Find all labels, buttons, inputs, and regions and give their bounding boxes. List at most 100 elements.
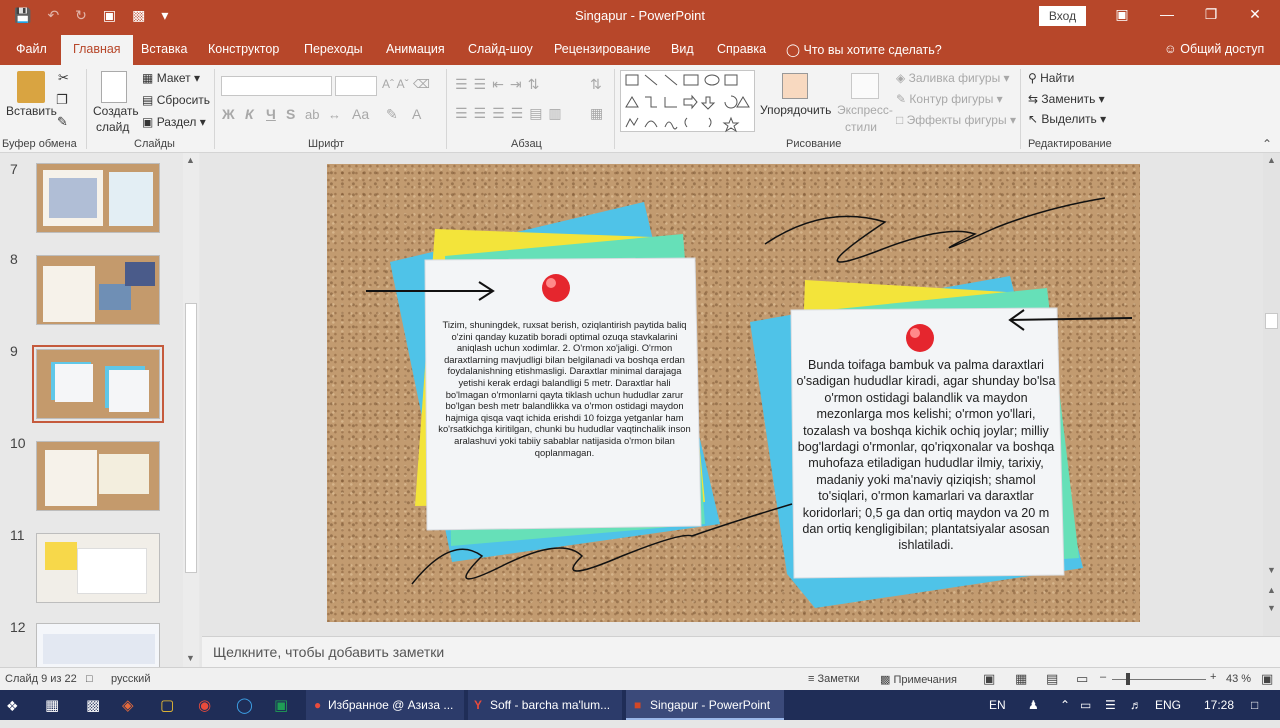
slide-thumbnail-12[interactable] — [36, 623, 160, 668]
slideshow-view-icon[interactable]: ▭ — [1076, 671, 1088, 687]
quick-styles-label-2[interactable]: стили — [845, 120, 877, 134]
slide-canvas[interactable]: Tizim, shuningdek, ruxsat berish, oziqla… — [327, 164, 1140, 622]
tab-help[interactable]: Справка — [717, 42, 766, 56]
tab-review[interactable]: Рецензирование — [554, 42, 651, 56]
char-spacing-icon[interactable]: ab — [305, 107, 319, 122]
scroll-thumb[interactable] — [185, 303, 197, 573]
slide-thumbnail-11[interactable] — [36, 533, 160, 603]
shapes-gallery[interactable] — [620, 70, 755, 133]
comments-button[interactable]: ▩ Примечания — [880, 673, 957, 686]
scroll-thumb[interactable] — [1265, 313, 1278, 329]
text-direction-icon[interactable]: ⇅ — [590, 76, 602, 93]
right-note-text[interactable]: Bunda toifaga bambuk va palma daraxtlari… — [796, 357, 1056, 554]
tab-home[interactable]: Главная — [61, 35, 133, 65]
volume-icon[interactable]: ♬ — [1130, 698, 1142, 712]
spellcheck-icon[interactable]: □ — [86, 673, 93, 685]
minimize-icon[interactable]: — — [1157, 6, 1177, 22]
previous-slide-icon[interactable]: ▲ — [1267, 585, 1276, 595]
wifi-icon[interactable]: ☰ — [1105, 698, 1116, 712]
folder-icon[interactable]: ▢ — [160, 696, 174, 726]
notifications-icon[interactable]: □ — [1251, 698, 1258, 712]
font-family-dropdown[interactable] — [221, 76, 332, 96]
fit-slide-icon[interactable]: ▣ — [1261, 671, 1273, 687]
grow-font-icon[interactable]: Aˆ Aˇ — [382, 77, 409, 91]
reset-button[interactable]: ▤ Сбросить — [142, 93, 210, 107]
strikethrough-button[interactable]: S — [286, 106, 295, 122]
reading-view-icon[interactable]: ▤ — [1046, 671, 1058, 687]
input-language[interactable]: EN — [989, 698, 1006, 712]
battery-icon[interactable]: ▭ — [1080, 698, 1091, 712]
slide-thumbnail-7[interactable] — [36, 163, 160, 233]
chrome-icon[interactable]: ◉ — [198, 696, 211, 726]
arrange-button[interactable]: Упорядочить — [760, 103, 831, 117]
tab-transitions[interactable]: Переходы — [304, 42, 363, 56]
ribbon-display-icon[interactable]: ▣ — [1112, 6, 1132, 23]
normal-view-icon[interactable]: ▣ — [983, 671, 995, 687]
edge-icon[interactable]: ◯ — [236, 696, 253, 726]
font-size-dropdown[interactable] — [335, 76, 377, 96]
thumbnail-scrollbar[interactable]: ▲ ▼ — [183, 153, 199, 668]
collapse-ribbon-icon[interactable]: ⌃ — [1262, 137, 1272, 151]
sorter-view-icon[interactable]: ▦ — [1015, 671, 1027, 687]
keyboard-language[interactable]: ENG — [1155, 698, 1181, 712]
next-slide-icon[interactable]: ▼ — [1267, 603, 1276, 613]
smartart-icon[interactable]: ▦ — [590, 105, 603, 122]
tray-expand-icon[interactable]: ⌃ — [1060, 698, 1070, 712]
left-note-text[interactable]: Tizim, shuningdek, ruxsat berish, oziqla… — [437, 319, 692, 458]
clear-format-icon[interactable]: ⌫ — [413, 77, 430, 91]
share-button[interactable]: ☺ Общий доступ — [1164, 42, 1264, 56]
tab-file[interactable]: Файл — [16, 42, 47, 56]
paste-icon[interactable] — [17, 71, 45, 103]
list-buttons-icon[interactable]: ☰☰⇤⇥⇅ — [455, 76, 545, 93]
highlight-icon[interactable]: ✎ — [386, 106, 398, 123]
replace-button[interactable]: ⇆ Заменить ▾ — [1028, 92, 1105, 106]
excel-icon[interactable]: ▣ — [274, 696, 288, 726]
restore-icon[interactable]: ❐ — [1201, 6, 1221, 23]
format-painter-icon[interactable]: ✎ — [57, 114, 68, 130]
people-icon[interactable]: ♟ — [1028, 698, 1039, 712]
cut-icon[interactable]: ✂ — [58, 70, 69, 86]
slide-thumbnail-8[interactable] — [36, 255, 160, 325]
bold-button[interactable]: Ж — [222, 106, 235, 122]
underline-button[interactable]: Ч — [266, 106, 276, 122]
taskbar-item-yandex[interactable]: Y Soff - barcha ma'lum... — [468, 690, 622, 720]
copy-icon[interactable]: ❐ — [56, 92, 68, 108]
scroll-down-icon[interactable]: ▼ — [186, 653, 195, 663]
taskbar-item-powerpoint[interactable]: ■ Singapur - PowerPoint — [626, 690, 784, 720]
layout-button[interactable]: ▦ Макет ▾ — [142, 71, 200, 85]
select-button[interactable]: ↖ Выделить ▾ — [1028, 112, 1106, 126]
new-slide-label-2[interactable]: слайд — [96, 120, 129, 134]
login-button[interactable]: Вход — [1039, 6, 1086, 26]
tell-me-search[interactable]: ◯ Что вы хотите сделать? — [786, 42, 942, 57]
change-case-button[interactable]: Aa — [352, 106, 369, 122]
tab-insert[interactable]: Вставка — [141, 42, 187, 56]
shape-fill-button[interactable]: ◈ Заливка фигуры ▾ — [896, 71, 1010, 85]
shape-outline-button[interactable]: ✎ Контур фигуры ▾ — [896, 92, 1003, 106]
zoom-out-icon[interactable]: – — [1100, 671, 1106, 683]
zoom-in-icon[interactable]: + — [1210, 671, 1216, 683]
zoom-level[interactable]: 43 % — [1226, 673, 1251, 685]
spacing-icon[interactable]: ↔ — [328, 107, 341, 122]
scroll-up-icon[interactable]: ▲ — [1267, 155, 1276, 165]
scroll-up-icon[interactable]: ▲ — [186, 155, 195, 165]
tab-view[interactable]: Вид — [671, 42, 694, 56]
task-view-icon[interactable]: ▦ — [45, 696, 59, 726]
clock[interactable]: 17:28 — [1204, 698, 1234, 712]
section-button[interactable]: ▣ Раздел ▾ — [142, 115, 206, 129]
notes-button[interactable]: ≡ Заметки — [808, 673, 860, 685]
italic-button[interactable]: К — [245, 106, 254, 122]
tab-slideshow[interactable]: Слайд-шоу — [468, 42, 533, 56]
font-color-icon[interactable]: A — [412, 106, 421, 122]
quick-styles-label-1[interactable]: Экспресс- — [837, 103, 893, 117]
notes-pane[interactable]: Щелкните, чтобы добавить заметки — [202, 636, 1280, 667]
taskbar-item-browser[interactable]: ● Избранное @ Азиза ... — [306, 690, 464, 720]
zoom-slider-thumb[interactable] — [1126, 673, 1130, 685]
tab-design[interactable]: Конструктор — [208, 42, 279, 56]
slide-thumbnail-10[interactable] — [36, 441, 160, 511]
close-icon[interactable]: ✕ — [1245, 6, 1265, 23]
scroll-down-icon[interactable]: ▼ — [1267, 565, 1276, 575]
app-icon[interactable]: ◈ — [122, 696, 134, 726]
shape-effects-button[interactable]: □ Эффекты фигуры ▾ — [896, 113, 1016, 127]
slide-thumbnail-9[interactable] — [32, 345, 164, 423]
editor-scrollbar[interactable]: ▲ ▼ ▲ ▼ — [1263, 153, 1280, 636]
